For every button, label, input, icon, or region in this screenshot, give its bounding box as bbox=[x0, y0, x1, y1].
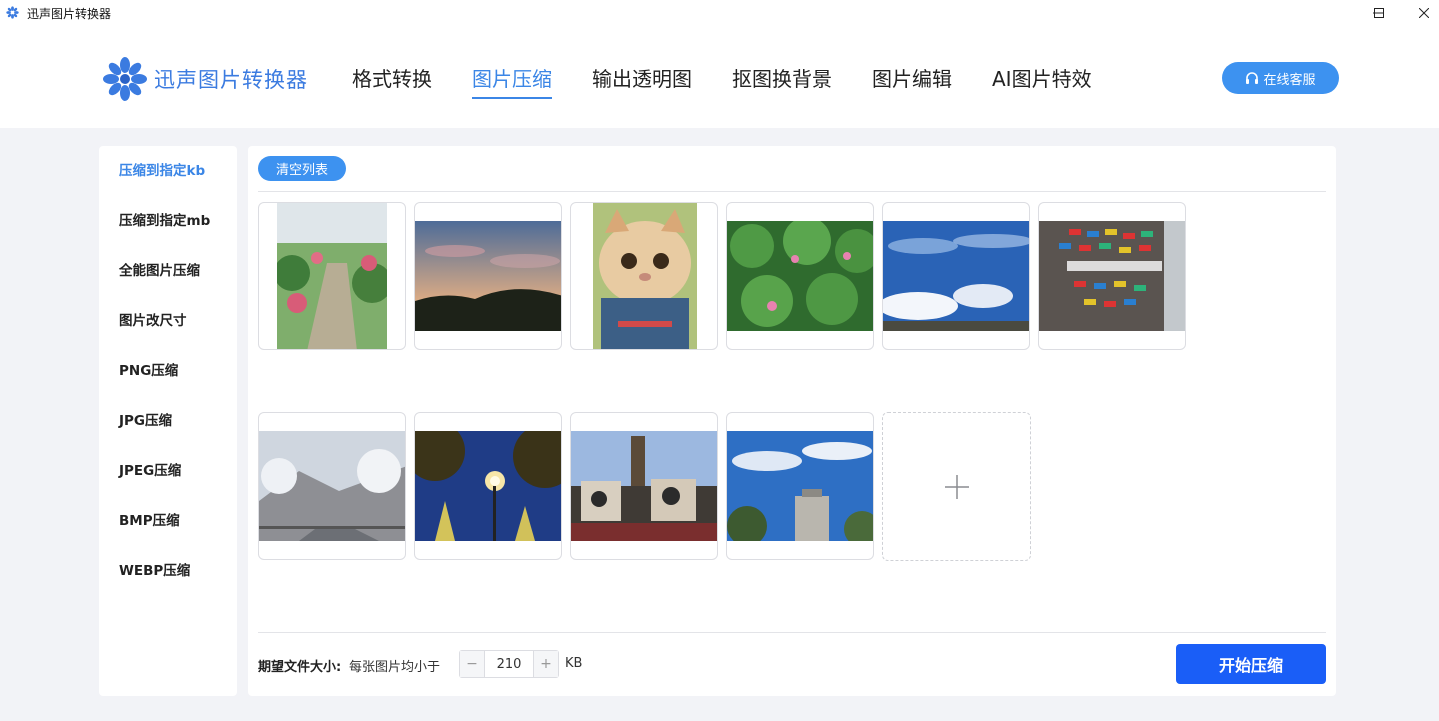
main-panel: 清空列表 期望文件大小: 每张图片均小于 − 210 + KB 开始压缩 bbox=[248, 146, 1336, 696]
image-thumbnail[interactable] bbox=[1038, 202, 1186, 350]
blue-sky-clouds-photo bbox=[883, 221, 1029, 331]
main-nav: 格式转换 图片压缩 输出透明图 抠图换背景 图片编辑 AI图片特效 bbox=[352, 63, 1132, 99]
online-support-label: 在线客服 bbox=[1263, 72, 1316, 88]
image-thumbnail[interactable] bbox=[726, 202, 874, 350]
snowy-road-photo bbox=[259, 431, 405, 541]
night-street-lamp-photo bbox=[415, 431, 561, 541]
size-stepper: − 210 + bbox=[459, 650, 559, 678]
add-image-button[interactable] bbox=[882, 412, 1031, 561]
image-thumbnail[interactable] bbox=[258, 412, 406, 560]
online-support-button[interactable]: 在线客服 bbox=[1222, 62, 1339, 94]
sidebar-item-compress-mb[interactable]: 压缩到指定mb bbox=[99, 212, 237, 262]
headset-icon bbox=[1246, 71, 1259, 84]
nav-transparent-output[interactable]: 输出透明图 bbox=[592, 63, 692, 98]
nav-image-compress[interactable]: 图片压缩 bbox=[472, 63, 552, 99]
sidebar-item-jpeg[interactable]: JPEG压缩 bbox=[99, 462, 237, 512]
maximize-icon bbox=[1374, 8, 1384, 18]
expected-size-label: 期望文件大小: bbox=[258, 660, 342, 675]
image-thumbnail[interactable] bbox=[570, 412, 718, 560]
divider bbox=[258, 191, 1326, 192]
sidebar-item-resize[interactable]: 图片改尺寸 bbox=[99, 312, 237, 362]
clear-list-button[interactable]: 清空列表 bbox=[258, 156, 346, 181]
nav-ai-effects[interactable]: AI图片特效 bbox=[992, 63, 1092, 98]
garden-path-photo bbox=[277, 203, 387, 349]
clock-tower-building-photo bbox=[571, 431, 717, 541]
app-header: 迅声图片转换器 格式转换 图片压缩 输出透明图 抠图换背景 图片编辑 AI图片特… bbox=[0, 26, 1439, 128]
brand: 迅声图片转换器 bbox=[102, 56, 308, 102]
nav-image-edit[interactable]: 图片编辑 bbox=[872, 63, 952, 98]
close-icon bbox=[1419, 8, 1429, 18]
sidebar-item-compress-kb[interactable]: 压缩到指定kb bbox=[99, 162, 237, 212]
nav-format-convert[interactable]: 格式转换 bbox=[352, 63, 432, 98]
sign-wall-photo bbox=[1039, 221, 1185, 331]
image-thumbnail[interactable] bbox=[726, 412, 874, 560]
size-description: 每张图片均小于 bbox=[349, 660, 441, 675]
close-button[interactable] bbox=[1401, 0, 1439, 26]
maximize-button[interactable] bbox=[1356, 0, 1402, 26]
decrement-button[interactable]: − bbox=[460, 651, 484, 677]
sidebar-item-bmp[interactable]: BMP压缩 bbox=[99, 512, 237, 562]
lotus-pond-photo bbox=[727, 221, 873, 331]
size-unit: KB bbox=[565, 656, 583, 671]
sidebar-item-jpg[interactable]: JPG压缩 bbox=[99, 412, 237, 462]
image-thumbnail[interactable] bbox=[414, 202, 562, 350]
exotic-cat-photo bbox=[593, 203, 697, 349]
image-thumbnail[interactable] bbox=[882, 202, 1030, 350]
brand-name: 迅声图片转换器 bbox=[154, 68, 308, 92]
sidebar-item-png[interactable]: PNG压缩 bbox=[99, 362, 237, 412]
image-thumbnail[interactable] bbox=[414, 412, 562, 560]
title-bar: 迅声图片转换器 bbox=[0, 0, 1439, 26]
window-title: 迅声图片转换器 bbox=[27, 7, 112, 21]
start-compress-button[interactable]: 开始压缩 bbox=[1176, 644, 1326, 684]
divider bbox=[258, 632, 1326, 633]
app-logo-icon bbox=[6, 6, 19, 19]
brand-logo-icon bbox=[103, 57, 147, 101]
tower-under-sky-photo bbox=[727, 431, 873, 541]
image-thumbnail[interactable] bbox=[258, 202, 406, 350]
plus-icon bbox=[944, 474, 969, 499]
sidebar-item-all-compress[interactable]: 全能图片压缩 bbox=[99, 262, 237, 312]
increment-button[interactable]: + bbox=[534, 651, 558, 677]
image-thumbnail[interactable] bbox=[570, 202, 718, 350]
sunset-sky-photo bbox=[415, 221, 561, 331]
sidebar-item-webp[interactable]: WEBP压缩 bbox=[99, 562, 237, 612]
size-input[interactable]: 210 bbox=[484, 651, 534, 677]
nav-cutout-background[interactable]: 抠图换背景 bbox=[732, 63, 832, 98]
sidebar: 压缩到指定kb 压缩到指定mb 全能图片压缩 图片改尺寸 PNG压缩 JPG压缩… bbox=[99, 146, 237, 696]
